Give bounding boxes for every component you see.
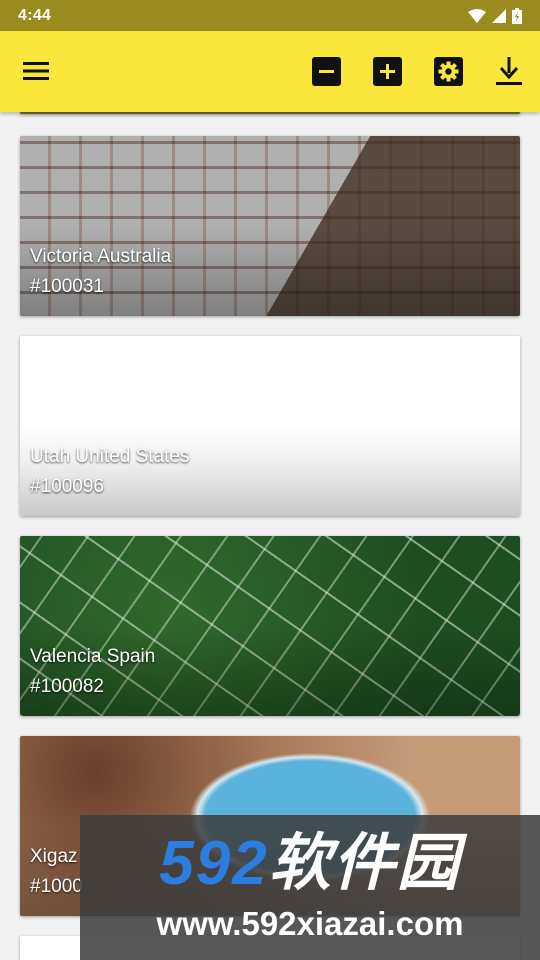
settings-button[interactable] — [432, 55, 464, 87]
wallpaper-card[interactable]: Valencia Spain #100082 — [20, 536, 520, 716]
battery-icon — [512, 7, 522, 24]
status-bar: 4:44 — [0, 0, 540, 31]
card-partial-top[interactable] — [20, 112, 520, 114]
card-title: Xigaz — [30, 846, 78, 867]
watermark-brand: 592软件园 — [159, 828, 461, 898]
card-id: #100082 — [30, 676, 104, 697]
card-id: #1000 — [30, 876, 83, 897]
status-time: 4:44 — [18, 6, 52, 24]
card-title: Utah United States — [30, 446, 190, 467]
menu-icon — [23, 62, 49, 80]
status-icons — [468, 7, 522, 24]
card-id: #100096 — [30, 476, 104, 497]
zoom-out-button[interactable] — [310, 55, 342, 87]
wallpaper-card[interactable]: Utah United States #100096 — [20, 336, 520, 516]
card-title: Victoria Australia — [30, 246, 172, 267]
signal-icon — [492, 8, 506, 23]
download-icon — [496, 56, 522, 85]
zoom-out-icon — [311, 56, 341, 86]
watermark-overlay: 592软件园 www.592xiazai.com — [80, 815, 540, 960]
wifi-icon — [468, 8, 486, 23]
settings-icon — [433, 56, 463, 86]
menu-button[interactable] — [20, 55, 52, 87]
card-title: Valencia Spain — [30, 646, 156, 667]
download-button[interactable] — [493, 55, 525, 87]
card-id: #100031 — [30, 276, 104, 297]
wallpaper-card[interactable]: Victoria Australia #100031 — [20, 136, 520, 316]
zoom-in-icon — [372, 56, 402, 86]
zoom-in-button[interactable] — [371, 55, 403, 87]
watermark-url: www.592xiazai.com — [156, 904, 464, 942]
app-toolbar — [0, 31, 540, 112]
